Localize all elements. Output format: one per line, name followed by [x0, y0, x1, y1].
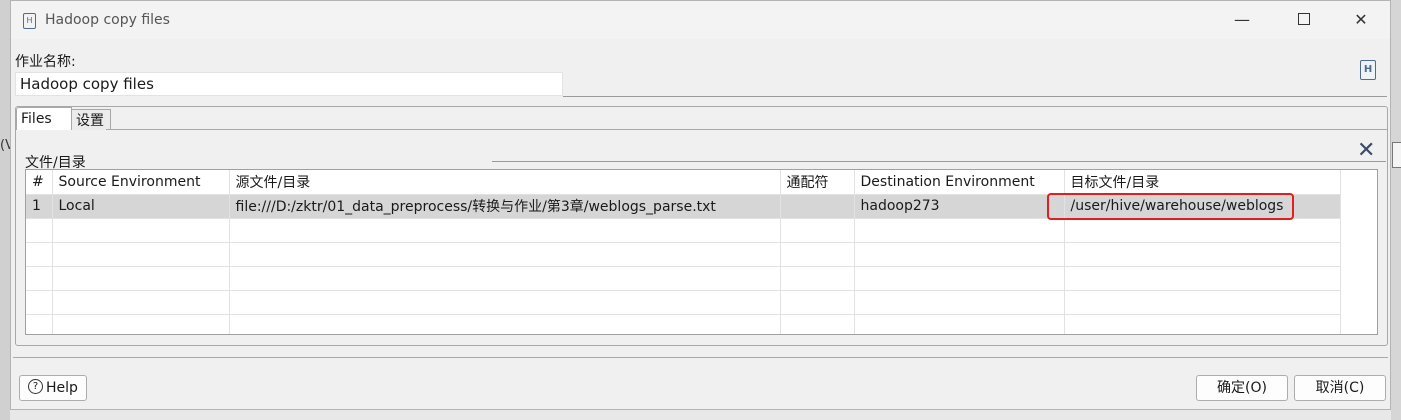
table-row-empty[interactable]	[26, 242, 1341, 267]
table-row[interactable]: 1 Local file:///D:/zktr/01_data_preproce…	[26, 194, 1341, 219]
files-table[interactable]: # Source Environment 源文件/目录 通配符 Destinat…	[25, 169, 1378, 335]
maximize-button[interactable]	[1281, 5, 1327, 35]
column-header-index[interactable]: #	[26, 170, 53, 195]
cancel-button[interactable]: 取消(C)	[1294, 375, 1386, 401]
window-title: Hadoop copy files	[45, 12, 170, 28]
table-row-empty[interactable]	[26, 218, 1341, 243]
background-widget	[1392, 142, 1401, 168]
cell-index[interactable]: 1	[26, 194, 53, 219]
minimize-button[interactable]: —	[1219, 5, 1265, 35]
tab-divider	[106, 129, 1387, 130]
tab-settings[interactable]: 设置	[71, 109, 111, 130]
job-name-input[interactable]	[15, 72, 563, 96]
background-right	[1391, 0, 1401, 420]
cell-source-path[interactable]: file:///D:/zktr/01_data_preprocess/转换与作业…	[229, 194, 781, 219]
cell-wildcard[interactable]	[780, 194, 855, 219]
cell-dest-env[interactable]: hadoop273	[854, 194, 1065, 219]
table-row-empty[interactable]	[26, 266, 1341, 291]
job-name-label: 作业名称:	[15, 54, 76, 70]
divider	[13, 357, 1388, 358]
background-left	[0, 0, 10, 420]
close-icon[interactable]: ✕	[1357, 140, 1375, 162]
title-bar: H Hadoop copy files — ✕	[11, 1, 1390, 39]
column-header-source-path[interactable]: 源文件/目录	[229, 170, 781, 195]
close-button[interactable]: ✕	[1338, 5, 1384, 35]
column-header-source-env[interactable]: Source Environment	[52, 170, 230, 195]
hadoop-file-icon: H	[23, 13, 36, 29]
column-header-dest-path[interactable]: 目标文件/目录	[1064, 170, 1341, 195]
column-header-wildcard[interactable]: 通配符	[780, 170, 855, 195]
table-header-row: # Source Environment 源文件/目录 通配符 Destinat…	[26, 170, 1341, 195]
column-header-dest-env[interactable]: Destination Environment	[854, 170, 1065, 195]
table-row-empty[interactable]	[26, 314, 1341, 334]
tab-files[interactable]: Files	[16, 107, 72, 130]
help-icon: ?	[28, 379, 44, 394]
help-button-label: Help	[46, 380, 78, 396]
divider	[563, 96, 1387, 97]
table-row-empty[interactable]	[26, 290, 1341, 315]
hadoop-entry-icon: H	[1360, 60, 1376, 80]
divider	[492, 161, 1386, 162]
cell-source-env[interactable]: Local	[52, 194, 230, 219]
help-button[interactable]: ? Help	[19, 375, 87, 401]
dialog-window: H Hadoop copy files — ✕ 作业名称: H Files 设置…	[10, 0, 1391, 410]
cell-dest-path[interactable]: /user/hive/warehouse/weblogs	[1064, 194, 1341, 219]
ok-button[interactable]: 确定(O)	[1196, 375, 1288, 401]
